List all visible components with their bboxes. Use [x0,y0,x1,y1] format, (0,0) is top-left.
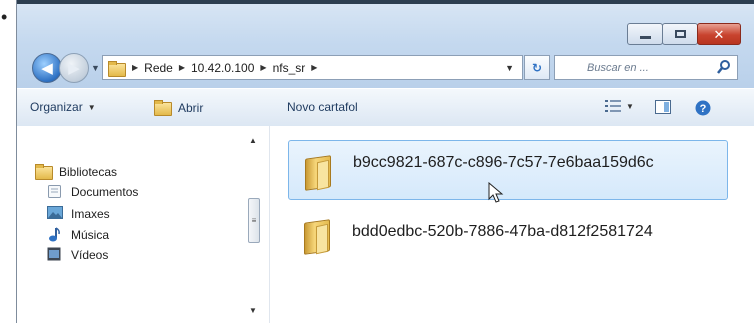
address-dropdown-icon[interactable]: ▼ [505,63,514,73]
caption-buttons: ✕ [627,23,741,45]
video-icon [47,247,65,262]
chevron-down-icon: ▼ [87,102,96,112]
svg-text:?: ? [700,103,707,115]
scroll-down-icon[interactable]: ▼ [249,306,257,315]
scroll-up-icon[interactable]: ▲ [249,136,257,145]
nav-videos-label: Vídeos [71,247,109,262]
breadcrumb-rede[interactable]: Rede [144,61,173,75]
back-button[interactable]: ◀ [32,53,62,83]
folder-icon [303,153,333,187]
organize-label: Organizar [30,100,83,114]
navigation-pane: Bibliotecas Documentos Imaxes Música Víd… [17,126,270,323]
maximize-button[interactable] [662,23,698,45]
view-options-button[interactable]: ▼ [605,100,634,113]
breadcrumb-host[interactable]: 10.42.0.100 [191,61,254,75]
window-frame: ✕ ◀ ▶ ▼ ▶ Rede ▶ 10.42.0.100 ▶ nfs_sr ▶ … [17,4,754,88]
nav-item-music[interactable]: Música [47,227,109,242]
crumb-separator-icon[interactable]: ▶ [260,63,266,72]
preview-pane-button[interactable] [655,100,671,114]
help-button[interactable]: ? [695,100,711,116]
new-folder-button[interactable]: Novo cartafol [287,100,358,114]
refresh-button[interactable]: ↻ [524,55,550,80]
file-list: b9cc9821-687c-c896-7c57-7e6baa159d6c bdd… [270,126,754,323]
forward-button[interactable]: ▶ [59,53,89,83]
content-area: Bibliotecas Documentos Imaxes Música Víd… [17,126,754,323]
search-box[interactable] [554,55,738,80]
nav-item-libraries[interactable]: Bibliotecas [35,164,118,180]
open-folder-icon [154,100,172,116]
view-icon [605,100,621,112]
minimize-icon [639,35,651,39]
folder-item[interactable]: bdd0edbc-520b-7886-47ba-d812f2581724 [288,204,728,264]
folder-name: bdd0edbc-520b-7886-47ba-d812f2581724 [352,223,653,240]
music-note-icon [47,227,65,242]
crumb-separator-icon[interactable]: ▶ [179,63,185,72]
nav-item-images[interactable]: Imaxes [47,206,110,221]
network-folder-icon [108,60,126,77]
search-input[interactable] [585,60,737,75]
folder-item[interactable]: b9cc9821-687c-c896-7c57-7e6baa159d6c [288,140,728,200]
maximize-icon [674,30,686,38]
explorer-window: ✕ ◀ ▶ ▼ ▶ Rede ▶ 10.42.0.100 ▶ nfs_sr ▶ … [16,0,754,323]
libraries-icon [35,164,53,180]
close-button[interactable]: ✕ [697,23,741,45]
address-bar[interactable]: ▶ Rede ▶ 10.42.0.100 ▶ nfs_sr ▶ ▼ [102,55,523,80]
close-icon: ✕ [713,26,725,42]
navigation-row: ◀ ▶ ▼ ▶ Rede ▶ 10.42.0.100 ▶ nfs_sr ▶ ▼ … [17,49,754,87]
open-button[interactable]: Abrir [154,100,204,116]
minimize-button[interactable] [627,23,663,45]
new-folder-label: Novo cartafol [287,100,358,114]
pictures-icon [47,206,65,221]
nav-item-videos[interactable]: Vídeos [47,247,108,262]
list-bullet: • [1,7,8,27]
nav-item-documents[interactable]: Documentos [47,184,138,199]
scrollbar-thumb[interactable]: ≡ [248,198,260,243]
folder-icon [302,217,332,251]
folder-name: b9cc9821-687c-c896-7c57-7e6baa159d6c [353,154,654,171]
help-icon: ? [695,100,711,116]
forward-arrow-icon: ▶ [68,59,80,77]
nav-music-label: Música [71,227,110,242]
organize-menu[interactable]: Organizar ▼ [30,100,96,114]
nav-documents-label: Documentos [71,184,139,199]
chevron-down-icon: ▼ [626,102,634,111]
command-bar: Organizar ▼ Abrir Novo cartafol ▼ ? [17,88,754,127]
documents-icon [47,184,65,199]
nav-libraries-label: Bibliotecas [59,164,118,179]
preview-pane-icon [655,100,671,114]
breadcrumb-nfs-sr[interactable]: nfs_sr [273,61,306,75]
refresh-icon: ↻ [531,60,543,75]
crumb-separator-icon[interactable]: ▶ [311,63,317,72]
search-icon[interactable] [717,59,731,75]
recent-pages-dropdown-icon[interactable]: ▼ [91,63,100,73]
nav-images-label: Imaxes [71,206,110,221]
crumb-separator-icon[interactable]: ▶ [132,63,138,72]
back-arrow-icon: ◀ [41,59,53,77]
open-label: Abrir [178,100,204,115]
mouse-pointer-icon [488,182,504,203]
nav-scrollbar[interactable]: ▲ ≡ ▼ [245,132,263,323]
